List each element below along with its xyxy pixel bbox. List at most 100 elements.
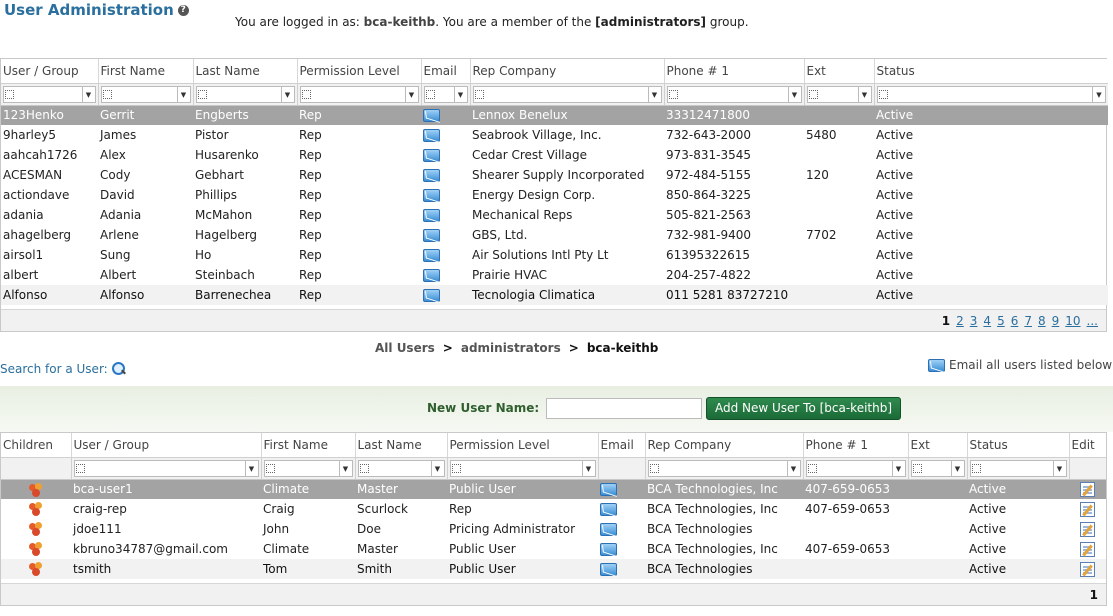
column-header-email[interactable]: Email <box>420 59 470 84</box>
filter-input[interactable] <box>876 85 1093 103</box>
cell-children[interactable] <box>1 539 71 559</box>
email-icon[interactable] <box>600 483 617 497</box>
group-icon[interactable] <box>28 482 44 497</box>
chevron-down-icon[interactable]: ▼ <box>245 459 259 477</box>
email-icon[interactable] <box>423 229 440 242</box>
cell-edit[interactable] <box>1069 499 1106 519</box>
filter-input[interactable] <box>666 85 789 103</box>
chevron-down-icon[interactable]: ▼ <box>281 85 295 103</box>
column-header-email[interactable]: Email <box>597 433 645 458</box>
breadcrumb-administrators[interactable]: administrators <box>461 341 561 355</box>
column-header-ext[interactable]: Ext <box>907 433 967 458</box>
column-header-children[interactable]: Children <box>1 433 71 458</box>
column-header-phone-1[interactable]: Phone # 1 <box>802 433 908 458</box>
filter-input[interactable] <box>472 85 649 103</box>
edit-icon[interactable] <box>1080 501 1095 517</box>
search-user-link[interactable]: Search for a User: <box>0 361 126 376</box>
cell-user[interactable]: albert <box>1 265 98 285</box>
cell-user[interactable]: ACESMAN <box>1 165 98 185</box>
table-row[interactable]: jdoe111 John Doe Pricing Administrator BCA T… <box>1 519 1106 539</box>
chevron-down-icon[interactable]: ▼ <box>787 459 801 477</box>
cell-edit[interactable] <box>1069 479 1106 499</box>
column-header-ext[interactable]: Ext <box>803 59 874 84</box>
filter-input[interactable] <box>3 85 83 103</box>
filter-input[interactable] <box>73 459 246 477</box>
email-icon[interactable] <box>423 269 440 282</box>
page-link[interactable]: 6 <box>1011 314 1019 328</box>
group-icon[interactable] <box>28 542 44 557</box>
filter-input[interactable] <box>449 459 583 477</box>
chevron-down-icon[interactable]: ▼ <box>951 459 965 477</box>
chevron-down-icon[interactable]: ▼ <box>82 85 96 103</box>
chevron-down-icon[interactable]: ▼ <box>405 85 419 103</box>
email-icon[interactable] <box>423 209 440 222</box>
chevron-down-icon[interactable]: ▼ <box>1053 459 1067 477</box>
page-link[interactable]: 2 <box>956 314 964 328</box>
table-row[interactable]: bca-user1 Climate Master Public User BCA Tec… <box>1 479 1106 499</box>
cell-user[interactable]: craig-rep <box>71 499 261 519</box>
cell-children[interactable] <box>1 559 71 579</box>
cell-edit[interactable] <box>1069 519 1106 539</box>
cell-user[interactable]: ahagelberg <box>1 225 98 245</box>
column-header-rep-company[interactable]: Rep Company <box>644 433 803 458</box>
filter-input[interactable] <box>806 85 859 103</box>
email-icon[interactable] <box>423 129 440 142</box>
cell-edit[interactable] <box>1069 539 1106 559</box>
table-row[interactable]: tsmith Tom Smith Public User BCA Technologie… <box>1 559 1106 579</box>
cell-edit[interactable] <box>1069 559 1106 579</box>
email-icon[interactable] <box>423 149 440 162</box>
table-row[interactable]: craig-rep Craig Scurlock Rep BCA Technologie… <box>1 499 1106 519</box>
email-icon[interactable] <box>600 563 617 576</box>
cell-children[interactable] <box>1 519 71 539</box>
column-header-user-group[interactable]: User / Group <box>70 433 261 458</box>
column-header-status[interactable]: Status <box>873 59 1108 84</box>
filter-input[interactable] <box>969 459 1054 477</box>
column-header-user-group[interactable]: User / Group <box>1 59 98 84</box>
page-link[interactable]: 5 <box>997 314 1005 328</box>
column-header-last-name[interactable]: Last Name <box>192 59 297 84</box>
page-link[interactable]: 8 <box>1038 314 1046 328</box>
edit-icon[interactable] <box>1080 561 1095 577</box>
table-row[interactable]: adania Adania McMahon Rep Mechanical Reps 505… <box>1 205 1108 225</box>
search-icon[interactable] <box>111 361 126 376</box>
email-icon[interactable] <box>928 358 945 372</box>
edit-icon[interactable] <box>1080 521 1095 537</box>
new-user-name-input[interactable] <box>546 398 702 419</box>
help-icon[interactable]: ? <box>177 4 189 16</box>
email-icon[interactable] <box>423 289 440 302</box>
email-icon[interactable] <box>423 169 440 182</box>
edit-icon[interactable] <box>1080 541 1095 557</box>
email-all-label[interactable]: Email all users listed below <box>949 358 1112 372</box>
email-all-link[interactable]: Email all users listed below <box>928 358 1112 372</box>
chevron-down-icon[interactable]: ▼ <box>582 459 596 477</box>
column-header-first-name[interactable]: First Name <box>260 433 355 458</box>
email-icon[interactable] <box>600 523 617 536</box>
email-icon[interactable] <box>423 189 440 202</box>
cell-user[interactable]: 123Henko <box>1 105 98 125</box>
column-header-rep-company[interactable]: Rep Company <box>469 59 664 84</box>
table-row[interactable]: 123Henko Gerrit Engberts Rep Lennox Benelux 3… <box>1 105 1108 125</box>
email-icon[interactable] <box>423 109 440 123</box>
cell-children[interactable] <box>1 479 71 499</box>
column-header-permission-level[interactable]: Permission Level <box>446 433 598 458</box>
breadcrumb-all-users[interactable]: All Users <box>375 341 435 355</box>
group-icon[interactable] <box>28 502 44 517</box>
column-header-first-name[interactable]: First Name <box>97 59 193 84</box>
table-row[interactable]: albert Albert Steinbach Rep Prairie HVAC 204-… <box>1 265 1108 285</box>
table-row[interactable]: airsol1 Sung Ho Rep Air Solutions Intl Pty L… <box>1 245 1108 265</box>
chevron-down-icon[interactable]: ▼ <box>339 459 353 477</box>
add-new-user-button[interactable]: Add New User To [bca-keithb] <box>706 397 901 420</box>
chevron-down-icon[interactable]: ▼ <box>858 85 872 103</box>
column-header-permission-level[interactable]: Permission Level <box>296 59 421 84</box>
filter-input[interactable] <box>647 459 788 477</box>
group-icon[interactable] <box>28 522 44 537</box>
page-link[interactable]: 4 <box>983 314 991 328</box>
filter-input[interactable] <box>910 459 952 477</box>
filter-input[interactable] <box>423 85 455 103</box>
cell-user[interactable]: bca-user1 <box>71 479 261 499</box>
chevron-down-icon[interactable]: ▼ <box>431 459 445 477</box>
cell-user[interactable]: 9harley5 <box>1 125 98 145</box>
group-icon[interactable] <box>28 562 44 577</box>
cell-user[interactable]: kbruno34787@gmail.com <box>71 539 261 559</box>
cell-user[interactable]: tsmith <box>71 559 261 579</box>
